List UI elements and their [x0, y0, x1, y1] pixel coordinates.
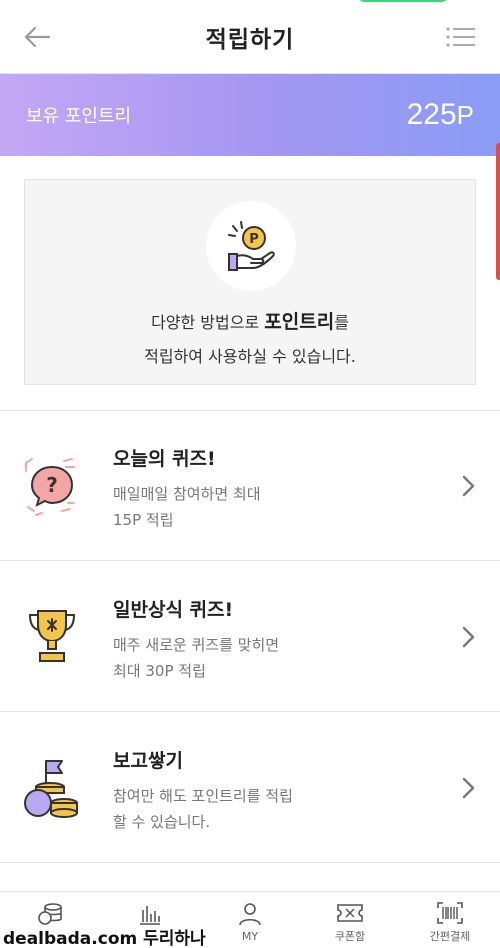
bar-chart-icon: [140, 906, 160, 925]
chevron-right-icon: [458, 624, 478, 650]
coins-flag-icon: [22, 753, 82, 823]
info-line-2: 적립하여 사용하실 수 있습니다.: [144, 347, 356, 366]
list-item-daily-quiz[interactable]: ? 오늘의 퀴즈! 매일매일 참여하면 최대 15P 적립: [0, 411, 500, 561]
list-menu-icon: [446, 27, 475, 47]
row-desc: 매주 새로운 퀴즈를 맞히면 최대 30P 적립: [113, 632, 279, 684]
arrow-left-icon: [24, 26, 51, 48]
row-desc-line-1: 매주 새로운 퀴즈를 맞히면: [113, 636, 280, 654]
quiz-bubble-icon: ?: [22, 451, 82, 521]
list-item-general-quiz[interactable]: 일반상식 퀴즈! 매주 새로운 퀴즈를 맞히면 최대 30P 적립: [0, 562, 500, 712]
info-card: P 다양한 방법으로 포인트리를 적립하여 사용하실 수 있습니다.: [24, 179, 476, 385]
coin-letter: P: [249, 232, 259, 247]
row-title: 오늘의 퀴즈!: [113, 448, 216, 470]
menu-button[interactable]: [444, 22, 478, 52]
chevron-right-icon: [458, 775, 478, 801]
svg-text:?: ?: [46, 473, 58, 497]
coins-stack-icon: [38, 903, 62, 925]
nav-label: 쿠폰함: [334, 930, 366, 943]
row-desc-line-1: 매일매일 참여하면 최대: [113, 485, 261, 503]
barcode-icon: [437, 902, 463, 924]
watermark-text: dealbada.com 두리하나: [3, 929, 206, 948]
row-desc-line-2: 15P 적립: [113, 511, 174, 529]
nav-label: MY: [241, 930, 259, 943]
back-button[interactable]: [20, 22, 54, 52]
points-banner: 보유 포인트리 225P: [0, 74, 500, 156]
points-value: 225P: [407, 98, 474, 132]
chevron-right-icon: [458, 473, 478, 499]
row-desc-line-2: 할 수 있습니다.: [113, 813, 211, 831]
row-desc: 매일매일 참여하면 최대 15P 적립: [113, 481, 261, 533]
points-number: 225: [406, 98, 457, 131]
nav-label: 간편결제: [429, 930, 471, 943]
nav-item-coupons[interactable]: 쿠폰함: [300, 892, 400, 948]
points-label: 보유 포인트리: [26, 106, 132, 127]
points-unit: P: [456, 100, 474, 130]
row-desc-line-1: 참여만 해도 포인트리를 적립: [113, 787, 293, 805]
info-line-1: 다양한 방법으로 포인트리를: [25, 307, 475, 334]
trophy-icon: [22, 600, 82, 670]
info-line-1-suffix: 를: [334, 313, 349, 332]
app-header: 적립하기: [0, 0, 500, 74]
ticket-icon: [337, 904, 363, 922]
scroll-indicator: [496, 143, 500, 280]
list-item-watch-earn[interactable]: 보고쌓기 참여만 해도 포인트리를 적립 할 수 있습니다.: [0, 713, 500, 863]
nav-item-my[interactable]: MY: [200, 892, 300, 948]
page-title: 적립하기: [205, 26, 295, 53]
info-line-1-bold: 포인트리: [264, 311, 335, 333]
row-title: 보고쌓기: [113, 750, 183, 772]
row-title: 일반상식 퀴즈!: [113, 599, 234, 621]
coin-hand-icon: P: [206, 201, 296, 291]
row-desc-line-2: 최대 30P 적립: [113, 662, 206, 680]
info-line-1-prefix: 다양한 방법으로: [151, 313, 265, 332]
nav-item-easy-pay[interactable]: 간편결제: [400, 892, 500, 948]
person-icon: [239, 903, 261, 926]
row-desc: 참여만 해도 포인트리를 적립 할 수 있습니다.: [113, 783, 293, 835]
